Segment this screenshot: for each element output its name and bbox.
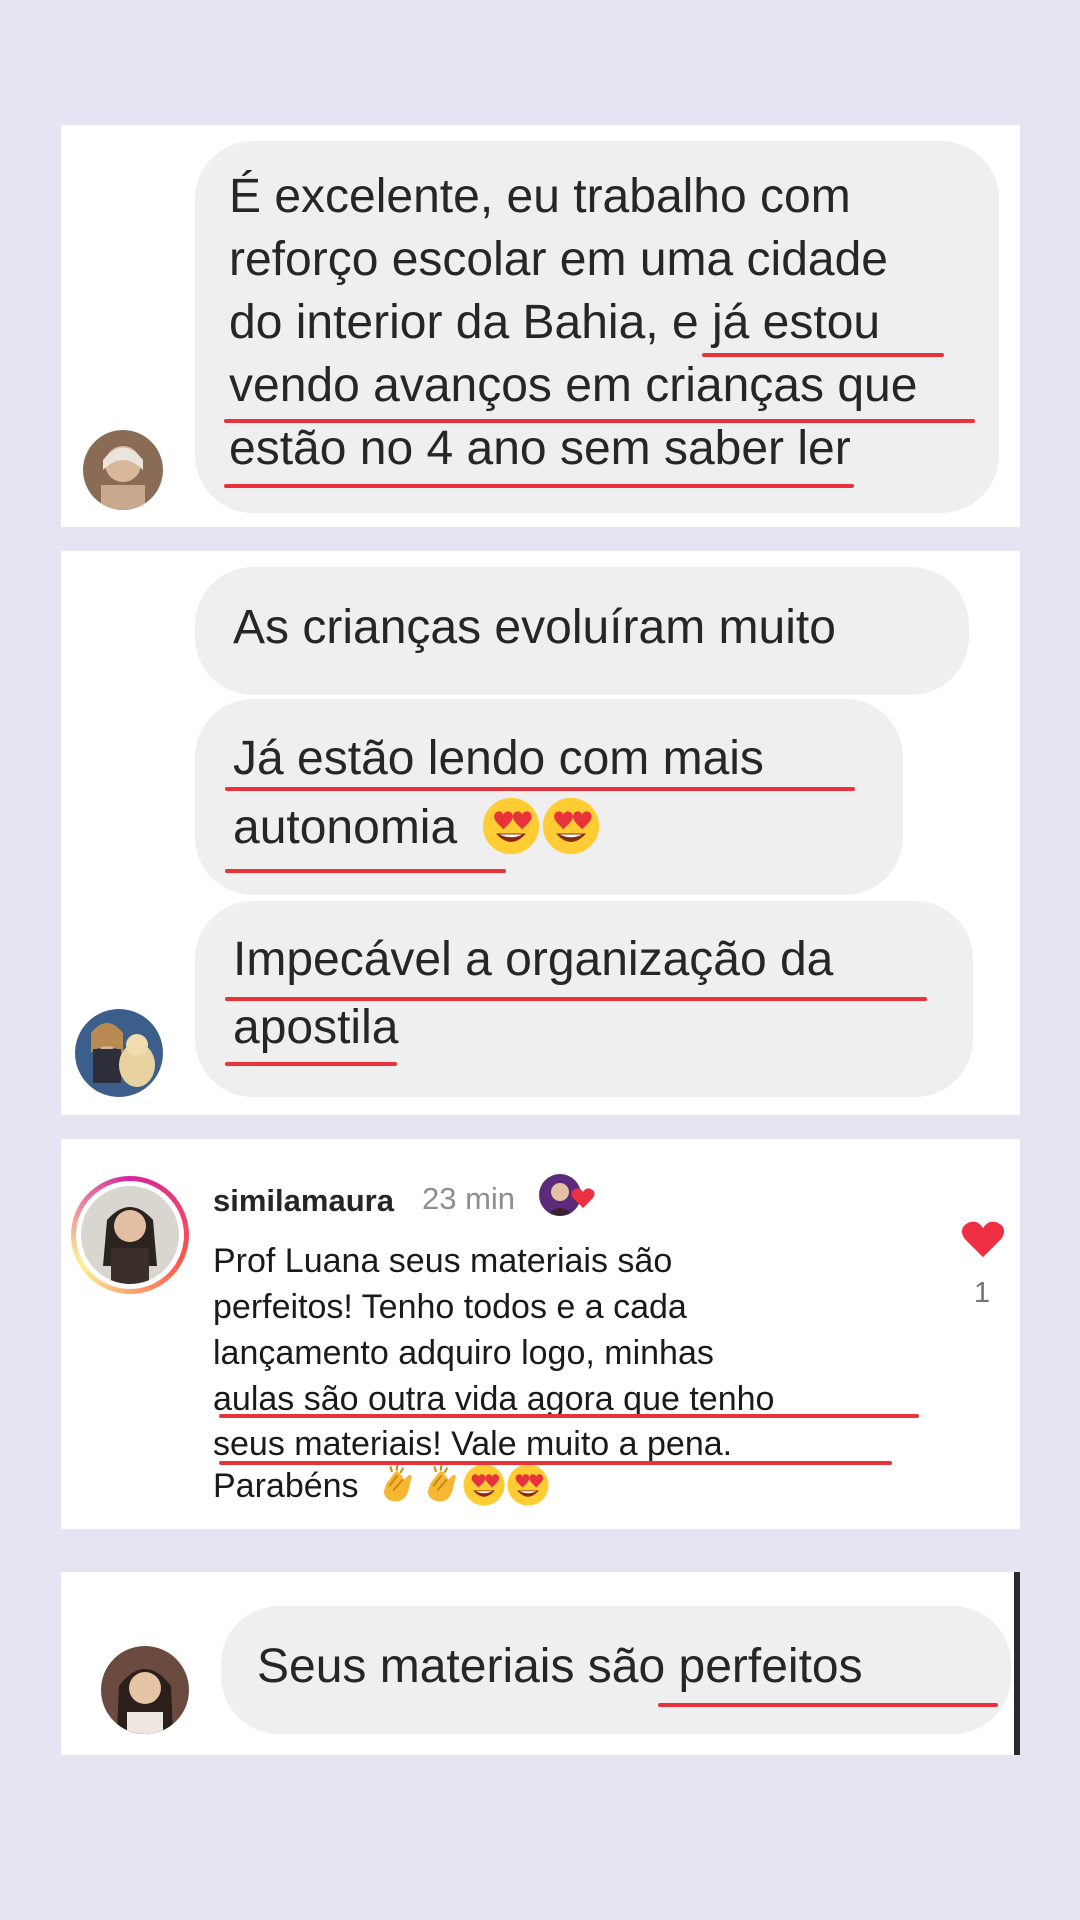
- message-line: reforço escolar em uma cidade: [229, 233, 888, 286]
- comment-word: Parabéns: [213, 1467, 359, 1505]
- highlight-underline: [225, 997, 927, 1001]
- message-word: autonomia: [233, 801, 458, 854]
- message-line: apostila: [233, 1001, 399, 1054]
- highlight-underline: [225, 1062, 397, 1066]
- timestamp: 23 min: [422, 1181, 516, 1216]
- comment-line: seus materiais! Vale muito a pena.: [213, 1425, 733, 1463]
- message-line: autonomia: [233, 800, 601, 856]
- highlight-underline: [225, 869, 506, 873]
- instagram-comment-card: similamaura 23 min Prof Luana seus mater…: [61, 1139, 1020, 1529]
- comment-line: perfeitos! Tenho todos e a cada: [213, 1288, 687, 1326]
- highlight-underline: [224, 419, 975, 423]
- message-line: Já estão lendo com mais: [233, 732, 764, 785]
- divider: [1014, 1572, 1020, 1755]
- highlight-underline: [224, 484, 854, 488]
- avatar[interactable]: [83, 430, 163, 510]
- like-count: 1: [974, 1277, 991, 1309]
- comment-card-4: Seus materiais são perfeitos: [61, 1572, 1020, 1755]
- message-line: vendo avanços em crianças que: [229, 359, 918, 412]
- avatar[interactable]: [101, 1646, 189, 1734]
- highlight-underline: [219, 1414, 919, 1418]
- username[interactable]: similamaura: [213, 1183, 394, 1219]
- avatar: [81, 1186, 179, 1284]
- comment-line: lançamento adquiro logo, minhas: [213, 1334, 714, 1372]
- story-ring[interactable]: [71, 1176, 189, 1294]
- clapping-hands-emoji: [418, 1463, 462, 1507]
- highlight-underline: [702, 353, 944, 357]
- message-line: do interior da Bahia, e já estou: [229, 296, 881, 349]
- message-line: É excelente, eu trabalho com: [229, 170, 851, 223]
- like-heart-icon[interactable]: [961, 1219, 1005, 1259]
- highlight-underline: [219, 1461, 892, 1465]
- avatar[interactable]: [75, 1009, 163, 1097]
- comment-card-2: As crianças evoluíram muito Já estão len…: [61, 551, 1020, 1115]
- heart-eyes-emoji: [506, 1463, 550, 1507]
- message-text: Seus materiais são perfeitos: [257, 1640, 863, 1693]
- heart-eyes-emoji: [481, 796, 541, 856]
- heart-eyes-emoji: [462, 1463, 506, 1507]
- comment-line: Prof Luana seus materiais são: [213, 1242, 673, 1280]
- highlight-underline: [225, 787, 855, 791]
- comment-card-1: É excelente, eu trabalho com reforço esc…: [61, 125, 1020, 527]
- message-line: Impecável a organização da: [233, 933, 834, 986]
- comment-line: Parabéns: [213, 1467, 550, 1507]
- heart-eyes-emoji: [541, 796, 601, 856]
- clapping-hands-emoji: [374, 1463, 418, 1507]
- heart-icon: [571, 1188, 595, 1208]
- message-line: estão no 4 ano sem saber ler: [229, 422, 851, 475]
- highlight-underline: [658, 1703, 998, 1707]
- message-text: As crianças evoluíram muito: [233, 601, 836, 654]
